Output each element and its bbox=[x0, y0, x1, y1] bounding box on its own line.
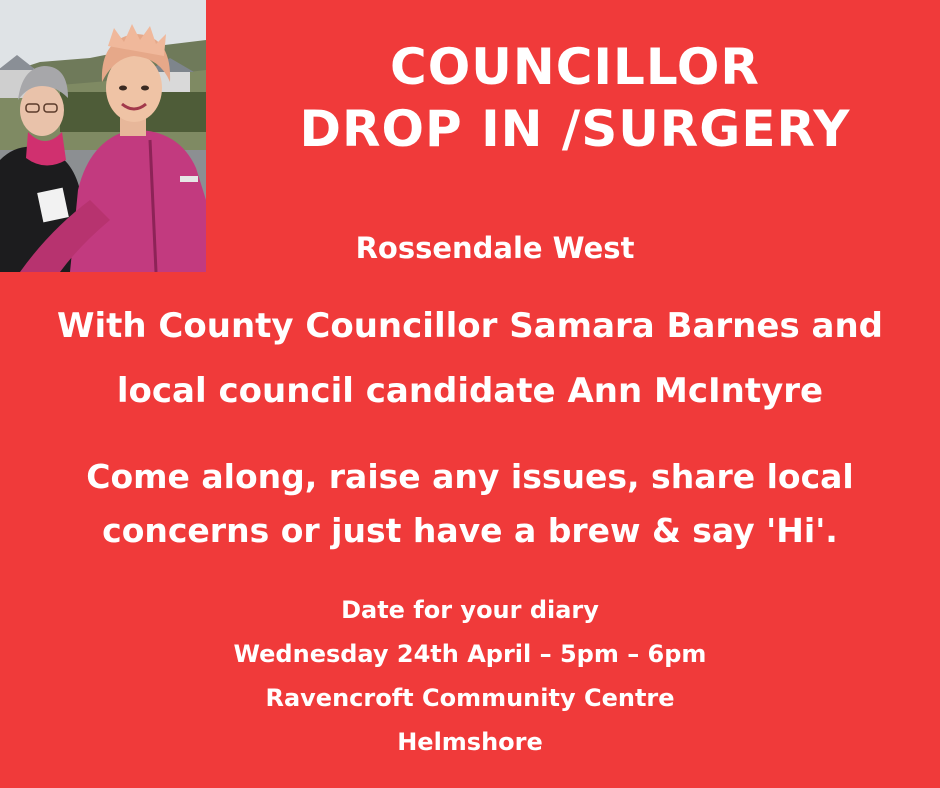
venue: Ravencroft Community Centre bbox=[265, 684, 675, 712]
poster-title: COUNCILLOR DROP IN /SURGERY bbox=[210, 36, 940, 160]
poster: COUNCILLOR DROP IN /SURGERY Rossendale W… bbox=[0, 0, 940, 788]
hosts-line-1: With County Councillor Samara Barnes and bbox=[56, 306, 884, 346]
ward-name: Rossendale West bbox=[355, 231, 635, 265]
title-line-2: DROP IN /SURGERY bbox=[299, 100, 851, 158]
invite-line-2: concerns or just have a brew & say 'Hi'. bbox=[102, 511, 838, 550]
event-details: Date for your diary Wednesday 24th April… bbox=[0, 592, 940, 760]
hosts-line-2: local council candidate Ann McIntyre bbox=[116, 371, 824, 411]
title-line-1: COUNCILLOR bbox=[390, 38, 760, 96]
hosts-text: With County Councillor Samara Barnes and… bbox=[0, 303, 940, 414]
invite-text: Come along, raise any issues, share loca… bbox=[0, 454, 940, 554]
date-time: Wednesday 24th April – 5pm – 6pm bbox=[233, 640, 707, 668]
invite-line-1: Come along, raise any issues, share loca… bbox=[86, 457, 854, 496]
date-heading: Date for your diary bbox=[341, 596, 599, 624]
place: Helmshore bbox=[397, 728, 543, 756]
councillor-photo bbox=[0, 0, 206, 272]
